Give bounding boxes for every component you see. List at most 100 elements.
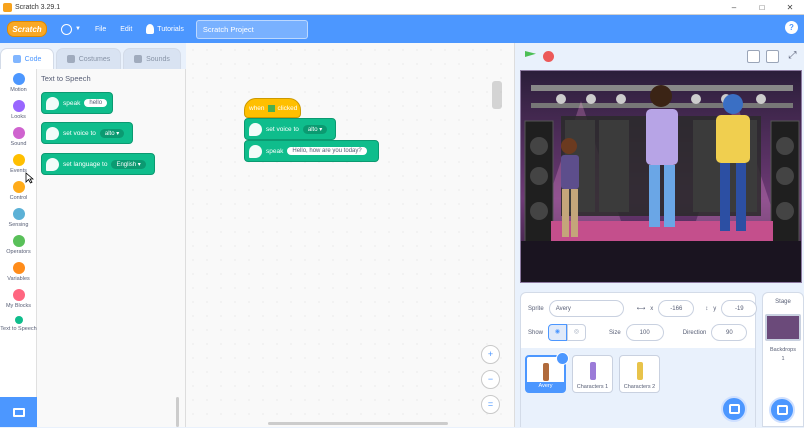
- stage-thumbnail[interactable]: [765, 314, 801, 341]
- tab-sounds[interactable]: Sounds: [123, 48, 181, 69]
- category-events[interactable]: Events: [0, 154, 37, 174]
- delete-sprite-icon[interactable]: [556, 352, 569, 365]
- voice-dropdown[interactable]: alto ▾: [99, 128, 125, 138]
- set-voice-block[interactable]: set voice to alto ▾: [41, 122, 133, 144]
- set-language-block[interactable]: set language to English ▾: [41, 153, 155, 175]
- block-palette: Text to Speech speak hello set voice to …: [37, 69, 186, 427]
- minimize-icon[interactable]: –: [720, 0, 748, 15]
- window-title: Scratch 3.29.1: [15, 3, 61, 11]
- sprite-thumbnail-label: Avery: [527, 382, 564, 391]
- when-flag-clicked-block[interactable]: when clicked: [244, 98, 301, 118]
- sprite-props-row: Show ◉ ◎ Size 100 Direction 90: [528, 324, 748, 341]
- add-extension-button[interactable]: [0, 397, 37, 427]
- sprite-thumbnail-characters-1[interactable]: Characters 1: [572, 355, 613, 393]
- script-speak-block[interactable]: speak Hello, how are you today?: [244, 140, 379, 162]
- x-label: x: [650, 305, 654, 312]
- speech-icon: [46, 126, 59, 140]
- palette-scrollbar[interactable]: [176, 397, 179, 427]
- size-input[interactable]: 100: [625, 324, 664, 341]
- choose-sprite-button[interactable]: [721, 396, 747, 422]
- script-speak-input[interactable]: Hello, how are you today?: [287, 147, 367, 155]
- tab-code[interactable]: Code: [0, 48, 54, 69]
- speech-icon: [46, 96, 59, 110]
- category-label: Sound: [10, 141, 27, 147]
- tab-costumes-label: Costumes: [78, 55, 111, 63]
- tab-costumes[interactable]: Costumes: [56, 48, 121, 69]
- sensing-icon: [12, 208, 25, 220]
- x-position-input[interactable]: -166: [658, 300, 695, 317]
- events-icon: [12, 154, 25, 166]
- category-label: Operators: [6, 249, 31, 255]
- set-voice-label: set voice to: [63, 129, 96, 137]
- voice-dropdown-value: alto: [104, 130, 115, 137]
- script-voice-value: alto: [307, 126, 318, 133]
- code-icon: [12, 55, 21, 63]
- cat-icon: [728, 404, 740, 414]
- show-eye-icon[interactable]: ◉: [548, 324, 568, 341]
- zoom-out-button[interactable]: −: [481, 370, 500, 389]
- hat-when-label: when: [249, 104, 265, 112]
- hide-eye-icon[interactable]: ◎: [567, 324, 587, 341]
- script-set-voice-block[interactable]: set voice to alto ▾: [244, 118, 336, 140]
- category-my-blocks[interactable]: My Blocks: [0, 289, 37, 309]
- sprite-thumbnail-characters-2[interactable]: Characters 2: [619, 355, 660, 393]
- choose-backdrop-button[interactable]: [769, 397, 795, 423]
- category-operators[interactable]: Operators: [0, 235, 37, 255]
- help-icon[interactable]: ?: [785, 21, 798, 34]
- stage-scene: [521, 71, 801, 282]
- green-flag-icon[interactable]: [525, 51, 536, 58]
- maximize-icon[interactable]: □: [748, 0, 776, 15]
- category-looks[interactable]: Looks: [0, 100, 37, 120]
- sprite-thumbnail-label: Characters 2: [623, 384, 656, 390]
- close-icon[interactable]: ✕: [776, 0, 804, 15]
- category-variables[interactable]: Variables: [0, 262, 37, 282]
- category-label: Variables: [7, 276, 30, 282]
- direction-input[interactable]: 90: [711, 324, 748, 341]
- edit-menu[interactable]: Edit: [120, 26, 132, 33]
- direction-label: Direction: [682, 329, 707, 336]
- speak-block[interactable]: speak hello: [41, 92, 113, 114]
- category-sensing[interactable]: Sensing: [0, 208, 37, 228]
- category-label: Control: [9, 195, 28, 201]
- speech-icon: [249, 144, 262, 158]
- horizontal-scrollbar[interactable]: [268, 422, 448, 425]
- file-menu[interactable]: File: [95, 26, 106, 33]
- category-motion[interactable]: Motion: [0, 73, 37, 93]
- scratch-logo[interactable]: Scratch: [7, 21, 47, 37]
- language-dropdown[interactable]: English ▾: [111, 159, 146, 169]
- project-title-input[interactable]: Scratch Project: [195, 19, 308, 39]
- stage-pane-title: Stage: [775, 299, 791, 305]
- category-sound[interactable]: Sound: [0, 127, 37, 147]
- stage-canvas[interactable]: [520, 70, 802, 283]
- language-dropdown-value: English: [116, 161, 137, 168]
- y-position-input[interactable]: -19: [721, 300, 758, 317]
- zoom-in-button[interactable]: +: [481, 345, 500, 364]
- sound-icon: [12, 127, 25, 139]
- category-control[interactable]: Control: [0, 181, 37, 201]
- brush-icon: [66, 55, 75, 63]
- text-to-speech-icon: [14, 316, 23, 324]
- show-label: Show: [528, 329, 544, 336]
- backdrop-icon: [776, 405, 788, 415]
- tutorials-menu[interactable]: Tutorials: [146, 24, 184, 34]
- small-stage-button[interactable]: [747, 50, 760, 63]
- script-area[interactable]: when clicked set voice to alto ▾ speak H…: [176, 43, 515, 427]
- looks-icon: [12, 100, 25, 112]
- tab-code-label: Code: [24, 55, 42, 63]
- script-voice-dropdown[interactable]: alto ▾: [302, 124, 328, 134]
- stop-icon[interactable]: [543, 51, 554, 62]
- language-menu[interactable]: ▼: [61, 23, 81, 35]
- editor-tabs: Code Costumes Sounds: [0, 48, 181, 69]
- stage-target-pane[interactable]: Stage Backdrops 1: [762, 292, 804, 427]
- fullscreen-icon[interactable]: ⤢: [786, 50, 799, 63]
- large-stage-button[interactable]: [766, 50, 779, 63]
- sprite-avatar: [589, 362, 596, 380]
- category-text-to-speech[interactable]: Text to Speech: [0, 316, 37, 332]
- speak-input[interactable]: hello: [84, 99, 108, 107]
- tab-sounds-label: Sounds: [146, 55, 170, 63]
- sprite-name-input[interactable]: Avery: [548, 300, 624, 317]
- zoom-reset-button[interactable]: =: [481, 395, 500, 414]
- tutorials-label: Tutorials: [157, 25, 184, 33]
- sprite-thumbnail-avery[interactable]: Avery: [525, 352, 569, 393]
- speech-icon: [46, 157, 59, 171]
